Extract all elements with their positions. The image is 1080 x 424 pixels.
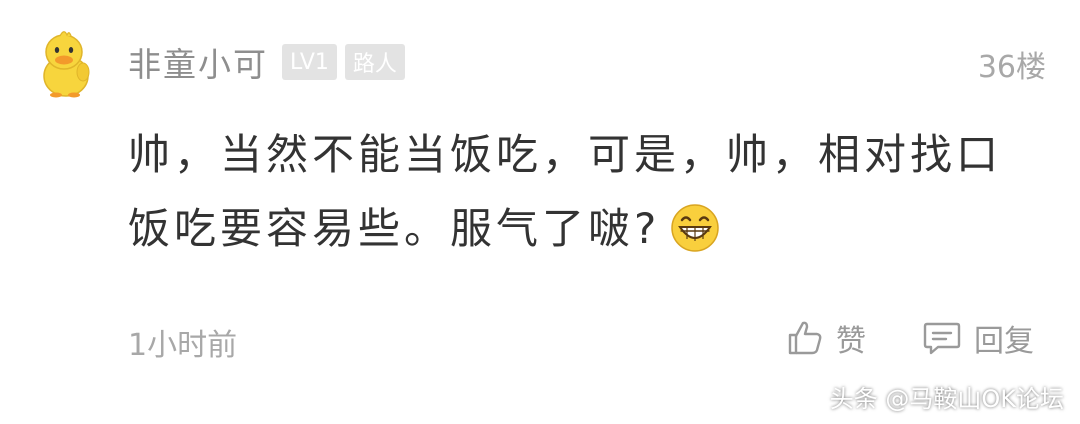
watermark: 头条 @马鞍山OK论坛 xyxy=(829,385,1064,413)
role-badge: 路人 xyxy=(344,44,405,80)
like-label: 赞 xyxy=(836,324,866,359)
thumbs-up-icon xyxy=(788,321,822,355)
comment-bubble-icon xyxy=(923,322,961,355)
floor-number: 36楼 xyxy=(977,50,1046,85)
reply-button[interactable]: 回复 xyxy=(922,314,1034,362)
comment-text-line-1: 帅，当然不能当饭吃，可是，帅，相对找口 xyxy=(128,130,1003,179)
comment-content: 帅，当然不能当饭吃，可是，帅，相对找口 饭吃要容易些。服气了啵? xyxy=(128,118,1008,266)
level-badge: LV1 xyxy=(282,44,337,80)
reply-label: 回复 xyxy=(974,324,1034,359)
comment-text-line-2-wrapper: 饭吃要容易些。服气了啵? xyxy=(128,192,1008,266)
username[interactable]: 非童小可 xyxy=(128,38,268,86)
grinning-face-icon xyxy=(671,204,720,252)
comment-time: 1小时前 xyxy=(128,328,238,363)
duck-avatar-icon xyxy=(43,31,90,98)
like-button[interactable]: 赞 xyxy=(786,314,866,362)
avatar[interactable] xyxy=(36,28,96,98)
comment-text-line-2: 饭吃要容易些。服气了啵? xyxy=(128,204,661,253)
comment-header: 非童小可 LV1 路人 xyxy=(128,38,413,86)
